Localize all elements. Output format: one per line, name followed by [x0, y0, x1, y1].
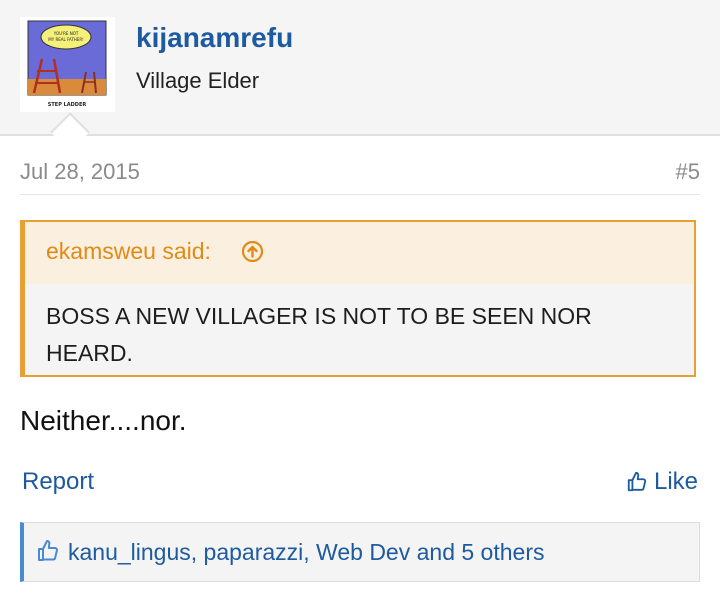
- avatar-image: YOU'RE NOT MY REAL FATHER! STEP LADDER: [20, 17, 115, 112]
- quote-header: ekamsweu said:: [25, 222, 694, 284]
- username[interactable]: kijanamrefu: [136, 22, 293, 54]
- report-link[interactable]: Report: [22, 468, 94, 496]
- like-label: Like: [653, 468, 698, 495]
- post-number[interactable]: #5: [676, 159, 700, 185]
- post-date[interactable]: Jul 28, 2015: [20, 159, 140, 185]
- quote-text: BOSS A NEW VILLAGER IS NOT TO BE SEEN NO…: [46, 303, 592, 366]
- arrow-up-circle-icon[interactable]: [242, 241, 263, 262]
- thumbs-up-icon: [38, 540, 58, 561]
- avatar[interactable]: YOU'RE NOT MY REAL FATHER! STEP LADDER: [20, 17, 115, 112]
- svg-text:STEP LADDER: STEP LADDER: [48, 102, 87, 108]
- quote-block: ekamsweu said: BOSS A NEW VILLAGER IS NO…: [20, 220, 696, 377]
- thumbs-up-icon: [627, 471, 647, 492]
- like-button[interactable]: Like: [626, 466, 698, 498]
- likes-list[interactable]: kanu_lingus, paparazzi, Web Dev and 5 ot…: [68, 539, 544, 566]
- svg-text:MY REAL FATHER!: MY REAL FATHER!: [48, 37, 83, 42]
- divider: [20, 194, 700, 195]
- post-message: Neither....nor.: [20, 405, 187, 436]
- quote-author[interactable]: ekamsweu said:: [46, 238, 211, 265]
- user-title: Village Elder: [136, 68, 260, 93]
- svg-text:YOU'RE NOT: YOU'RE NOT: [53, 31, 79, 36]
- post-header: YOU'RE NOT MY REAL FATHER! STEP LADDER k…: [0, 0, 720, 136]
- likes-summary: kanu_lingus, paparazzi, Web Dev and 5 ot…: [20, 522, 700, 582]
